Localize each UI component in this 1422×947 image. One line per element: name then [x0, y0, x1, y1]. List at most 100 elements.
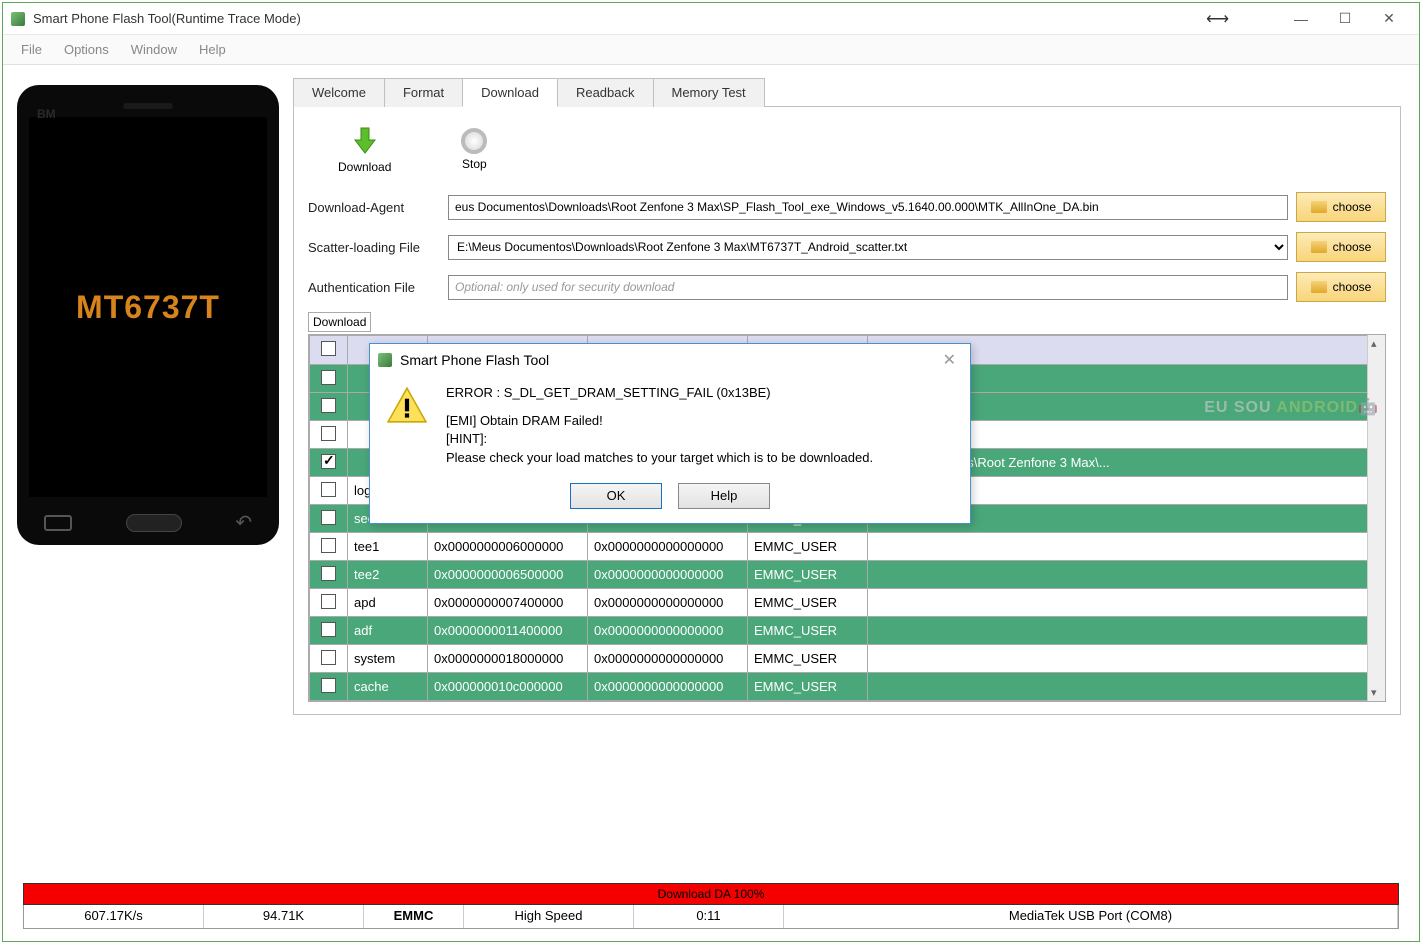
dialog-ok-button[interactable]: OK: [570, 483, 662, 509]
cell-region: EMMC_USER: [748, 645, 868, 673]
progress-bar: Download DA 100%: [23, 883, 1399, 905]
stop-button[interactable]: Stop: [461, 125, 487, 174]
row-checkbox[interactable]: [321, 370, 336, 385]
row-checkbox[interactable]: [321, 482, 336, 497]
row-checkbox[interactable]: [321, 566, 336, 581]
auth-file-label: Authentication File: [308, 280, 440, 295]
tab-download[interactable]: Download: [462, 78, 558, 107]
choose-scatter-button[interactable]: choose: [1296, 232, 1386, 262]
cell-begin: 0x0000000018000000: [428, 645, 588, 673]
menu-options[interactable]: Options: [54, 36, 119, 63]
download-button-label: Download: [338, 160, 391, 174]
table-row[interactable]: adf0x00000000114000000x0000000000000000E…: [310, 617, 1385, 645]
row-checkbox[interactable]: [321, 454, 336, 469]
stop-button-label: Stop: [461, 157, 487, 171]
cell-name: cache: [348, 673, 428, 701]
menu-window[interactable]: Window: [121, 36, 187, 63]
tab-bar: Welcome Format Download Readback Memory …: [293, 77, 1401, 107]
phone-screen: MT6737T: [29, 117, 267, 497]
header-checkbox[interactable]: [310, 336, 348, 365]
cell-end: 0x0000000000000000: [588, 561, 748, 589]
scatter-file-label: Scatter-loading File: [308, 240, 440, 255]
cell-name: adf: [348, 617, 428, 645]
dialog-line-1: [EMI] Obtain DRAM Failed!: [446, 412, 954, 430]
choose-da-button[interactable]: choose: [1296, 192, 1386, 222]
app-window: ⟷ Smart Phone Flash Tool(Runtime Trace M…: [2, 2, 1420, 942]
download-agent-field[interactable]: [448, 195, 1288, 220]
phone-menu-icon: [44, 515, 72, 531]
download-arrow-icon: [338, 125, 391, 160]
cell-region: EMMC_USER: [748, 617, 868, 645]
dialog-line-2: [HINT]:: [446, 430, 954, 448]
status-speed: 607.17K/s: [24, 905, 204, 928]
sidebar: BM MT6737T ↶: [3, 65, 293, 883]
status-device: MediaTek USB Port (COM8): [784, 905, 1398, 928]
status-area: Download DA 100% 607.17K/s 94.71K EMMC H…: [3, 883, 1419, 941]
choose-auth-button[interactable]: choose: [1296, 272, 1386, 302]
phone-speaker: [123, 103, 173, 109]
table-row[interactable]: system0x00000000180000000x00000000000000…: [310, 645, 1385, 673]
watermark: EU SOU ANDROID🤖: [1204, 397, 1379, 417]
maximize-button[interactable]: ☐: [1323, 5, 1367, 33]
status-connection: High Speed: [464, 905, 634, 928]
cell-name: apd: [348, 589, 428, 617]
stop-icon: [461, 128, 487, 154]
table-row[interactable]: tee10x00000000060000000x0000000000000000…: [310, 533, 1385, 561]
dialog-line-3: Please check your load matches to your t…: [446, 449, 954, 467]
status-bar: 607.17K/s 94.71K EMMC High Speed 0:11 Me…: [23, 905, 1399, 929]
close-button[interactable]: ✕: [1367, 5, 1411, 33]
menubar: File Options Window Help: [3, 35, 1419, 65]
row-checkbox[interactable]: [321, 594, 336, 609]
row-checkbox[interactable]: [321, 426, 336, 441]
cell-begin: 0x0000000006000000: [428, 533, 588, 561]
row-checkbox[interactable]: [321, 650, 336, 665]
tab-welcome[interactable]: Welcome: [293, 78, 385, 107]
cell-end: 0x0000000000000000: [588, 533, 748, 561]
table-row[interactable]: tee20x00000000065000000x0000000000000000…: [310, 561, 1385, 589]
folder-icon: [1311, 281, 1327, 293]
cell-location: [868, 673, 1385, 701]
resize-handle-icon[interactable]: ⟷: [1206, 9, 1229, 29]
warning-icon: [386, 384, 428, 467]
table-row[interactable]: cache0x000000010c0000000x000000000000000…: [310, 673, 1385, 701]
cell-end: 0x0000000000000000: [588, 645, 748, 673]
error-dialog: Smart Phone Flash Tool ✕ ERROR : S_DL_GE…: [369, 343, 971, 524]
tab-memory-test[interactable]: Memory Test: [653, 78, 765, 107]
dialog-close-button[interactable]: ✕: [937, 350, 962, 370]
cell-name: system: [348, 645, 428, 673]
dialog-title: Smart Phone Flash Tool: [400, 352, 937, 368]
cell-location: [868, 645, 1385, 673]
download-mode-select[interactable]: Download: [308, 312, 371, 332]
cell-location: [868, 533, 1385, 561]
row-checkbox[interactable]: [321, 398, 336, 413]
row-checkbox[interactable]: [321, 678, 336, 693]
row-checkbox[interactable]: [321, 538, 336, 553]
status-size: 94.71K: [204, 905, 364, 928]
cell-name: tee2: [348, 561, 428, 589]
menu-file[interactable]: File: [11, 36, 52, 63]
row-checkbox[interactable]: [321, 622, 336, 637]
cell-end: 0x0000000000000000: [588, 617, 748, 645]
dialog-error-title: ERROR : S_DL_GET_DRAM_SETTING_FAIL (0x13…: [446, 384, 954, 402]
cell-location: [868, 561, 1385, 589]
tab-readback[interactable]: Readback: [557, 78, 654, 107]
cell-end: 0x0000000000000000: [588, 589, 748, 617]
scatter-file-field[interactable]: E:\Meus Documentos\Downloads\Root Zenfon…: [448, 235, 1288, 260]
phone-bm-label: BM: [37, 107, 56, 121]
table-row[interactable]: apd0x00000000074000000x0000000000000000E…: [310, 589, 1385, 617]
minimize-button[interactable]: —: [1279, 5, 1323, 33]
auth-file-field[interactable]: [448, 275, 1288, 300]
row-checkbox[interactable]: [321, 510, 336, 525]
cell-begin: 0x0000000011400000: [428, 617, 588, 645]
phone-chip-label: MT6737T: [76, 289, 220, 326]
download-button[interactable]: Download: [338, 125, 391, 174]
menu-help[interactable]: Help: [189, 36, 236, 63]
vertical-scrollbar[interactable]: [1367, 335, 1385, 701]
status-time: 0:11: [634, 905, 784, 928]
cell-region: EMMC_USER: [748, 589, 868, 617]
phone-preview: BM MT6737T ↶: [17, 85, 279, 545]
dialog-help-button[interactable]: Help: [678, 483, 770, 509]
tab-format[interactable]: Format: [384, 78, 463, 107]
cell-begin: 0x0000000007400000: [428, 589, 588, 617]
status-storage: EMMC: [364, 905, 464, 928]
